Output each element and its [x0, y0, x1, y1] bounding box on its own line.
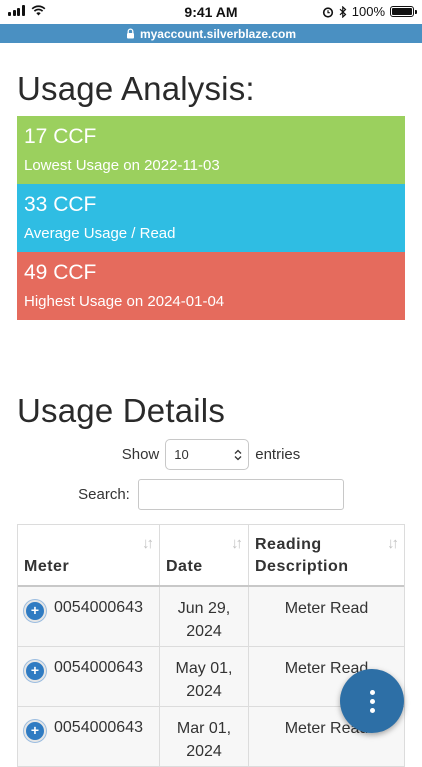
average-usage-label: Average Usage / Read — [24, 225, 176, 242]
alarm-icon — [322, 6, 333, 18]
browser-url-bar[interactable]: myaccount.silverblaze.com — [0, 24, 422, 43]
sort-arrows-icon: ↓↑ — [387, 535, 399, 552]
date-cell: Jun 29, 2024 — [160, 587, 249, 646]
highest-usage-card: 49 CCF Highest Usage on 2024-01-04 — [17, 252, 405, 320]
usage-details-table: Meter ↓↑ Date ↓↑ Reading Description ↓↑ … — [17, 524, 405, 767]
column-header-label: Date — [166, 558, 203, 575]
column-header-label: Meter — [24, 558, 70, 575]
sort-arrows-icon: ↓↑ — [231, 535, 243, 552]
plus-circle-icon[interactable]: + — [24, 660, 46, 682]
meter-cell: + 0054000643 — [18, 707, 160, 766]
table-header: Meter ↓↑ Date ↓↑ Reading Description ↓↑ — [18, 525, 404, 587]
highest-usage-label: Highest Usage on 2024-01-04 — [24, 293, 225, 310]
date-cell: May 01, 2024 — [160, 647, 249, 706]
meter-value: 0054000643 — [54, 659, 143, 676]
usage-analysis-title: Usage Analysis: — [17, 70, 255, 107]
vertical-dots-icon-dot — [369, 707, 375, 713]
usage-details-title: Usage Details — [17, 392, 226, 429]
meter-cell: + 0054000643 — [18, 587, 160, 646]
average-usage-card: 33 CCF Average Usage / Read — [17, 184, 405, 252]
battery-icon — [390, 6, 417, 17]
lock-icon — [126, 28, 134, 39]
meter-cell: + 0054000643 — [18, 647, 160, 706]
entries-select-value: 10 — [174, 447, 189, 462]
search-label: Search: — [78, 486, 130, 503]
description-cell: Meter Read — [284, 600, 369, 617]
search-control: Search: — [17, 479, 405, 510]
status-right: 100% — [322, 4, 417, 19]
status-bar: 9:41 AM 100% — [0, 0, 422, 24]
url-text: myaccount.silverblaze.com — [139, 26, 297, 41]
sort-arrows-icon: ↓↑ — [142, 535, 154, 552]
column-header-reading-description[interactable]: Reading Description ↓↑ — [249, 525, 404, 585]
average-usage-value: 33 CCF — [24, 193, 97, 216]
lowest-usage-value: 17 CCF — [24, 125, 97, 148]
column-header-meter[interactable]: Meter ↓↑ — [18, 525, 160, 585]
vertical-dots-icon-dot — [369, 698, 375, 704]
column-header-label: Reading Description — [255, 536, 349, 575]
lowest-usage-label: Lowest Usage on 2022-11-03 — [24, 157, 220, 174]
bluetooth-icon — [339, 5, 347, 18]
search-input[interactable] — [137, 479, 344, 510]
table-row: + 0054000643 Jun 29, 2024 Meter Read — [18, 587, 404, 647]
meter-value: 0054000643 — [54, 719, 143, 736]
date-cell: Mar 01, 2024 — [160, 707, 249, 766]
more-actions-button[interactable] — [340, 669, 404, 733]
plus-circle-icon[interactable]: + — [24, 600, 46, 622]
entries-select[interactable]: 10 — [165, 439, 250, 470]
battery-fill — [392, 8, 412, 15]
meter-value: 0054000643 — [54, 599, 143, 616]
lowest-usage-card: 17 CCF Lowest Usage on 2022-11-03 — [17, 116, 405, 184]
highest-usage-value: 49 CCF — [24, 261, 97, 284]
page-length-control: Show 10 entries — [17, 439, 405, 470]
select-arrows-icon — [234, 449, 242, 460]
show-label: Show — [121, 446, 160, 463]
plus-circle-icon[interactable]: + — [24, 720, 46, 742]
vertical-dots-icon — [369, 689, 375, 695]
battery-percent: 100% — [351, 4, 385, 19]
column-header-date[interactable]: Date ↓↑ — [160, 525, 249, 585]
entries-label: entries — [255, 446, 301, 463]
